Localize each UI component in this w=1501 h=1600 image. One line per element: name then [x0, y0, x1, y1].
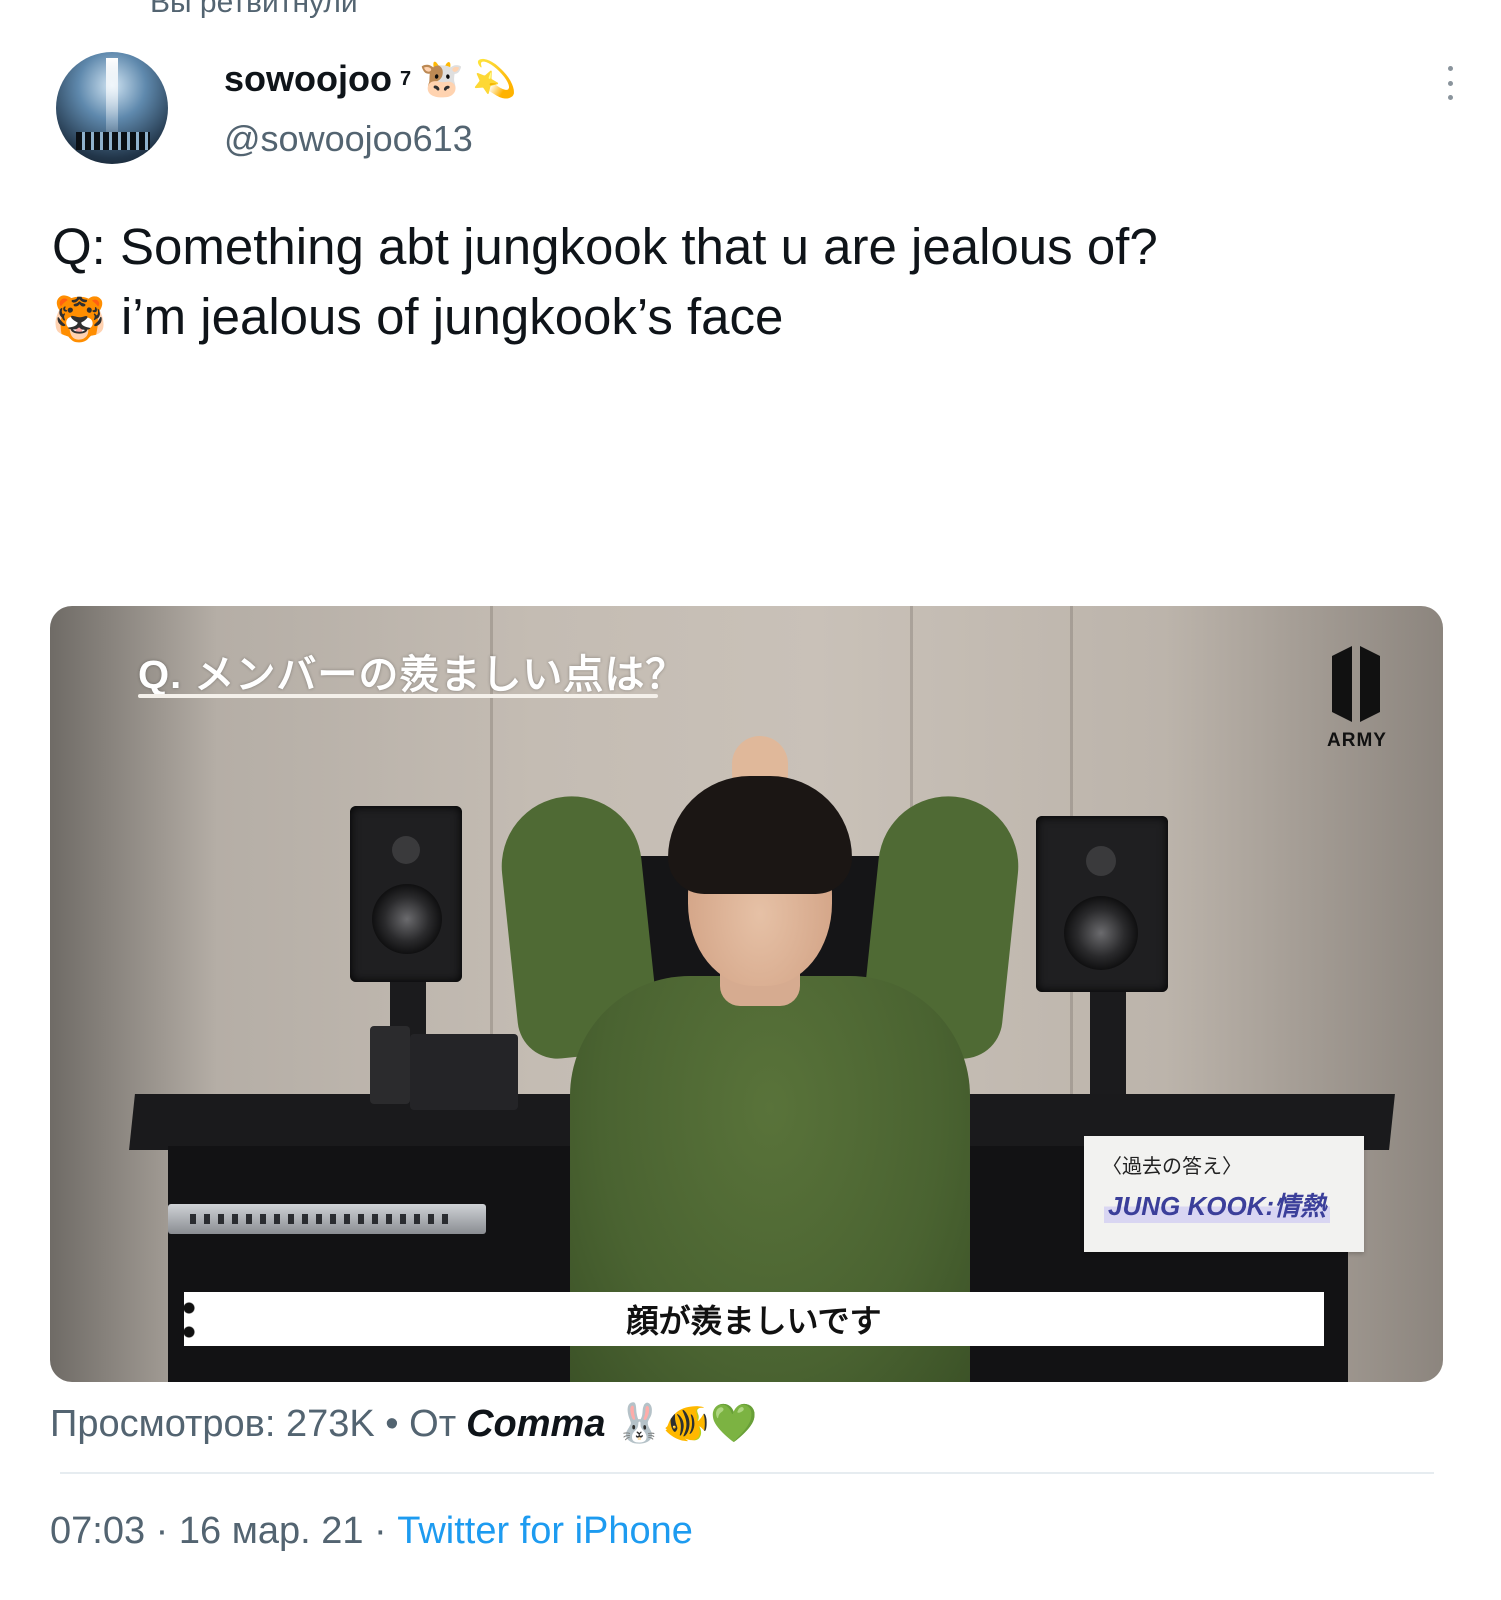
view-count: Просмотров: 273K • От Comma 🐰🐠💚	[50, 1402, 757, 1446]
author-handle[interactable]: @sowoojoo613	[224, 118, 473, 160]
retweet-context: Вы ретвитнули	[150, 0, 358, 19]
avatar-light-beam	[106, 58, 118, 138]
past-answer-label: 〈過去の答え〉	[1102, 1156, 1242, 1178]
dizzy-star-emoji-icon: 💫	[471, 58, 517, 99]
right-speaker-stand	[1090, 992, 1126, 1102]
past-answer-value: JUNG KOOK:情熱	[1104, 1186, 1331, 1223]
tweet-line-1: Q: Something abt jungkook that u are jea…	[52, 218, 1158, 275]
author-name[interactable]: sowoojoo 7 🐮 💫	[224, 58, 517, 100]
question-caption: Q. メンバーの羨ましい点は？	[138, 653, 687, 697]
view-count-text: Просмотров: 273K • От	[50, 1402, 457, 1445]
question-underline	[138, 694, 658, 698]
rack-unit-controls	[190, 1214, 450, 1224]
army-logo-icon	[1332, 646, 1380, 722]
avatar[interactable]	[56, 52, 168, 164]
quote-mark-icon	[182, 1300, 196, 1340]
divider	[60, 1472, 1434, 1474]
tweet-text: Q: Something abt jungkook that u are jea…	[52, 212, 1158, 355]
hair	[668, 776, 852, 894]
past-answer-card: 〈過去の答え〉 JUNG KOOK:情熱	[1084, 1136, 1364, 1252]
author-name-superscript: 7	[399, 67, 412, 90]
timestamp[interactable]: 07:03 · 16 мар. 21 ·	[50, 1510, 387, 1552]
army-logo-text: ARMY	[1327, 730, 1387, 751]
source-name[interactable]: Comma	[466, 1403, 605, 1446]
source-emojis-icon: 🐰🐠💚	[615, 1403, 758, 1445]
tweet-meta: 07:03 · 16 мар. 21 · Twitter for iPhone	[50, 1510, 693, 1553]
more-vertical-icon[interactable]	[1438, 66, 1462, 100]
left-speaker	[350, 806, 462, 982]
cow-emoji-icon: 🐮	[419, 58, 464, 99]
author-name-text: sowoojoo	[224, 58, 392, 99]
right-speaker	[1036, 816, 1168, 992]
tiger-emoji-icon: 🐯	[52, 295, 107, 344]
avatar-stage	[76, 132, 150, 150]
tweet-line-2: 🐯 i’m jealous of jungkook’s face	[52, 282, 1158, 355]
person	[494, 736, 1026, 1382]
pen-cup	[370, 1026, 410, 1104]
tweet-line-2-text: i’m jealous of jungkook’s face	[120, 288, 784, 345]
tweet-media-video[interactable]: Q. メンバーの羨ましい点は？ ARMY 〈過去の答え〉 JUNG KOOK:情…	[50, 606, 1443, 1382]
bottom-caption: 顔が羨ましいです	[184, 1292, 1324, 1346]
client-link[interactable]: Twitter for iPhone	[397, 1510, 693, 1552]
